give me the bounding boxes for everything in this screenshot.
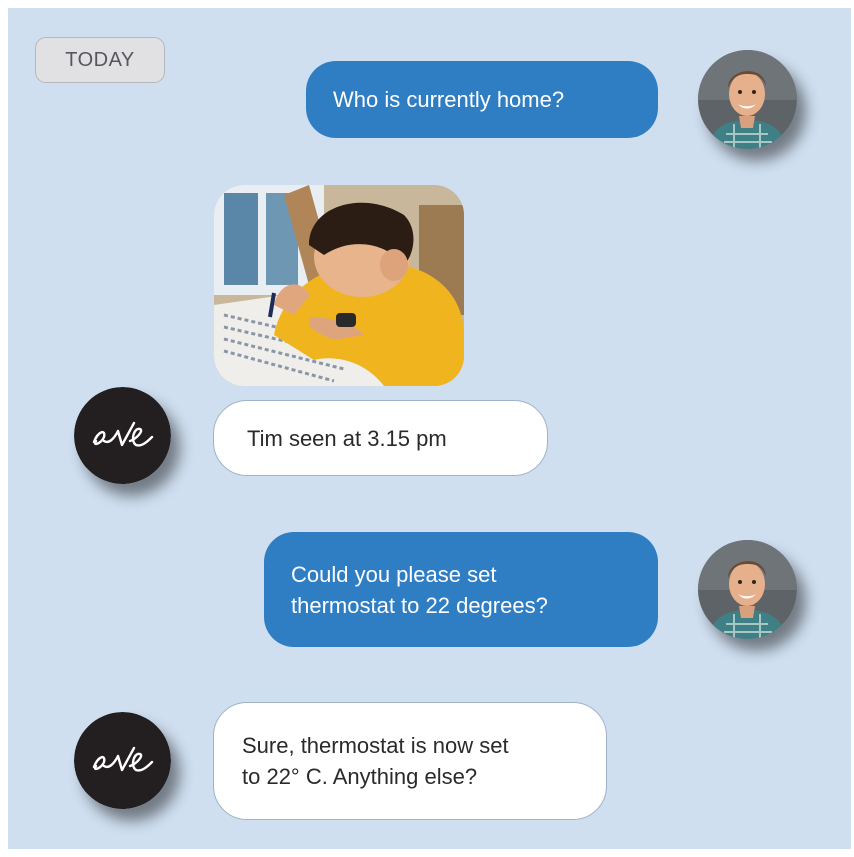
- chat-window: TODAY Who is currently home? Tim seen at…: [8, 8, 851, 849]
- date-chip[interactable]: TODAY: [35, 37, 165, 83]
- date-label: TODAY: [65, 48, 135, 71]
- message-bubble-outgoing[interactable]: Could you please set thermostat to 22 de…: [264, 532, 658, 647]
- photo-boy-writing: [214, 185, 464, 386]
- user-avatar-icon: [698, 540, 797, 639]
- message-text-line: thermostat to 22 degrees?: [291, 592, 548, 618]
- assistant-avatar[interactable]: [74, 387, 171, 484]
- assistant-avatar[interactable]: [74, 712, 171, 809]
- photo-attachment[interactable]: [214, 185, 464, 386]
- message-text-line: to 22° C. Anything else?: [242, 764, 478, 789]
- user-avatar[interactable]: [698, 50, 797, 149]
- user-avatar[interactable]: [698, 540, 797, 639]
- message-text-line: Sure, thermostat is now set: [242, 733, 509, 758]
- message-text: Who is currently home?: [333, 87, 565, 112]
- message-text-line: Could you please set: [291, 561, 497, 587]
- message-bubble-incoming[interactable]: Sure, thermostat is now set to 22° C. An…: [213, 702, 607, 820]
- app-frame: TODAY Who is currently home? Tim seen at…: [0, 0, 854, 857]
- message-text: Tim seen at 3.15 pm: [247, 425, 447, 451]
- eve-logo-icon: [74, 387, 171, 484]
- eve-logo-icon: [74, 712, 171, 809]
- message-bubble-incoming[interactable]: Tim seen at 3.15 pm: [213, 400, 548, 476]
- user-avatar-icon: [698, 50, 797, 149]
- message-bubble-outgoing[interactable]: Who is currently home?: [306, 61, 658, 138]
